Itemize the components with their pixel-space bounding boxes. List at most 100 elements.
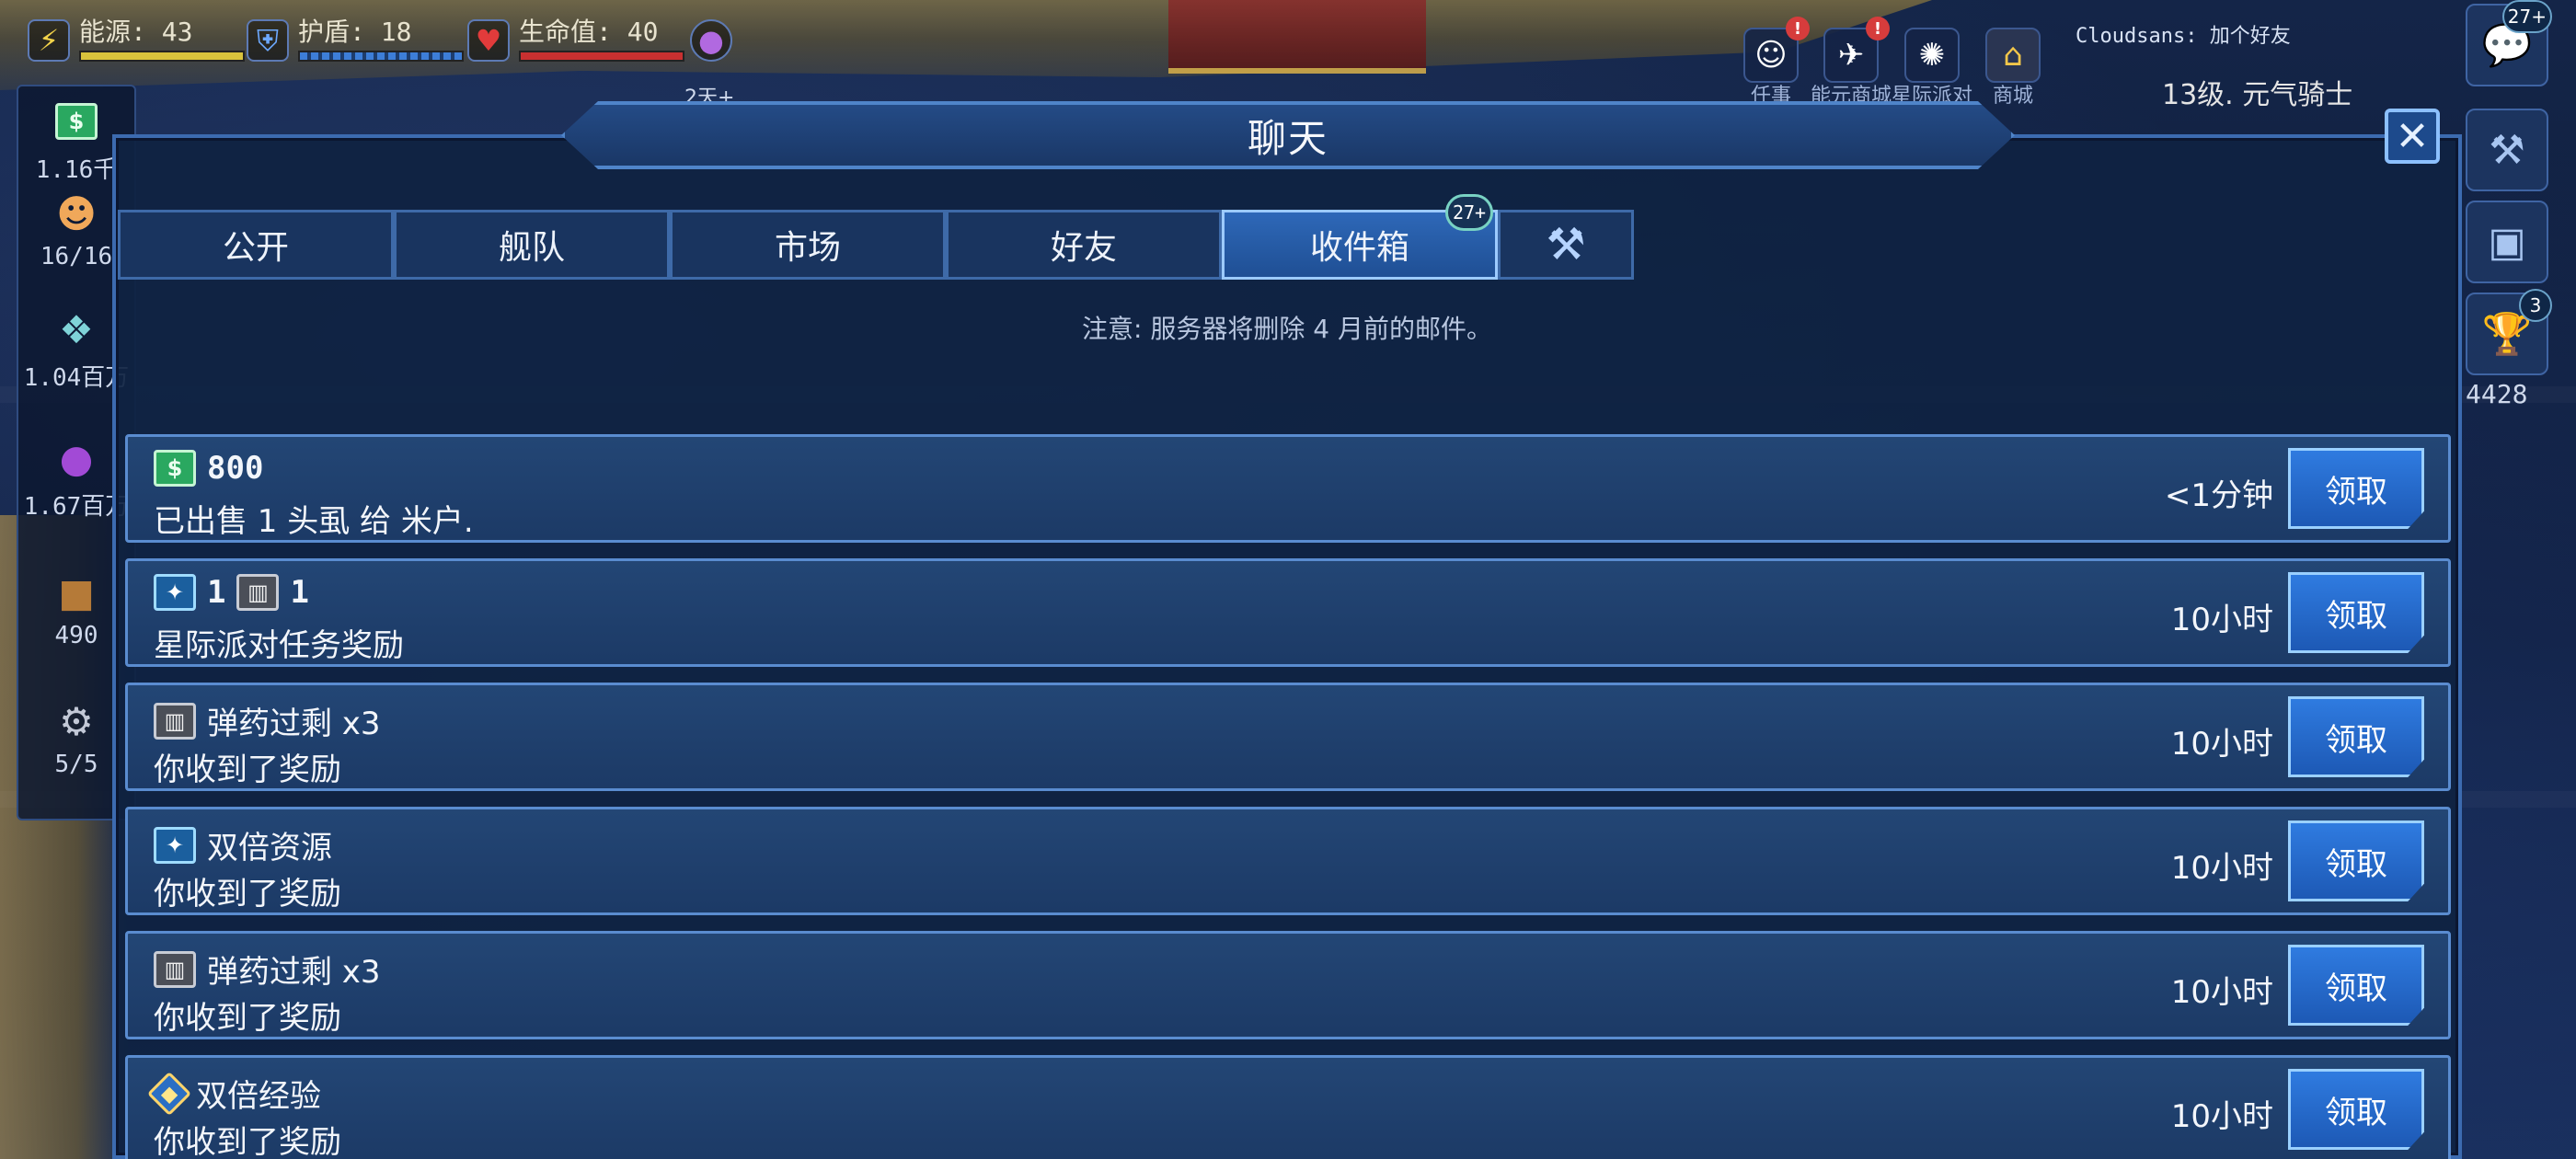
claim-button[interactable]: 领取 xyxy=(2288,572,2424,653)
claim-button[interactable]: 领取 xyxy=(2288,448,2424,529)
chat-tabs: 公开 舰队 市场 好友 收件箱 27+ ⚒ xyxy=(118,194,1634,280)
chat-title: 聊天 xyxy=(1247,115,1328,161)
reward-amount: 1 xyxy=(207,574,226,611)
resource-value: 16/16 xyxy=(40,243,113,270)
claim-button[interactable]: 领取 xyxy=(2288,696,2424,777)
tab-tools[interactable]: ⚒ xyxy=(1498,210,1634,280)
orb-stat[interactable]: ● xyxy=(690,13,732,68)
claim-button[interactable]: 领取 xyxy=(2288,820,2424,901)
mail-message: 你收到了奖励 xyxy=(154,876,341,912)
mail-reward-line: ▥ 弹药过剩 x3 xyxy=(154,698,381,743)
close-icon: ✕ xyxy=(2395,112,2430,160)
friend-notification[interactable]: Cloudsans: 加个好友 xyxy=(2070,11,2456,57)
mail-item: ▥ 弹药过剩 x3 你收到了奖励 10小时 领取 xyxy=(125,683,2451,791)
mail-reward-line: ✦ 1 ▥ 1 xyxy=(154,574,309,611)
ammo-crate-icon: ▥ xyxy=(154,950,196,988)
tab-label: 市场 xyxy=(774,229,841,267)
module-side-button[interactable]: ▣ xyxy=(2466,201,2548,283)
orb-icon: ● xyxy=(59,435,94,481)
health-label: 生命值: 40 xyxy=(519,17,659,47)
inbox-count-badge: 27+ xyxy=(1445,194,1493,231)
health-stat: ♥ 生命值: 40 xyxy=(467,13,684,68)
heart-icon: ♥ xyxy=(467,19,510,62)
face-icon: ☺ xyxy=(1754,37,1788,74)
inbox-mail-list: $800 已出售 1 头虱 给 米户. <1分钟 领取 ✦ 1 ▥ 1 星际派对任务奖励 10小时… xyxy=(125,434,2451,1159)
trophy-count-badge: 3 xyxy=(2519,289,2552,322)
shop-energy-button[interactable]: ✈ ! xyxy=(1823,17,1890,83)
trophy-value: 4428 xyxy=(2466,379,2528,409)
claim-button[interactable]: 领取 xyxy=(2288,1069,2424,1150)
hammer-icon: ⚒ xyxy=(2489,126,2525,174)
alert-badge: ! xyxy=(1866,17,1890,40)
build-side-button[interactable]: ⚒ xyxy=(2466,109,2548,191)
mail-item: $800 已出售 1 头虱 给 米户. <1分钟 领取 xyxy=(125,434,2451,543)
spark-icon: ✦ xyxy=(154,826,196,864)
shield-stat: ⛨ 护盾: 18 xyxy=(247,13,464,68)
mail-title: 双倍经验 xyxy=(196,1078,321,1115)
tab-fleet[interactable]: 舰队 xyxy=(394,210,670,280)
tab-label: 舰队 xyxy=(498,229,565,267)
ammo-crate-icon: ▥ xyxy=(154,702,196,740)
tab-public[interactable]: 公开 xyxy=(118,210,394,280)
claim-button[interactable]: 领取 xyxy=(2288,945,2424,1026)
mail-item: ◆ 双倍经验你收到了奖励 10小时 领取 xyxy=(125,1055,2451,1159)
energy-label: 能源: 43 xyxy=(79,17,193,47)
mail-time: 10小时 xyxy=(2170,602,2273,638)
alert-badge: ! xyxy=(1786,17,1810,40)
mail-time: 10小时 xyxy=(2170,850,2273,887)
chat-title-banner: 聊天 xyxy=(561,101,2015,169)
mail-time: 10小时 xyxy=(2170,1098,2273,1135)
resource-value: 5/5 xyxy=(54,751,98,778)
lightning-icon: ⚡ xyxy=(28,19,70,62)
spark-icon: ✦ xyxy=(154,574,196,611)
mail-message: 你收到了奖励 xyxy=(154,752,341,788)
mail-message: 你收到了奖励 xyxy=(154,1000,341,1037)
chat-count-badge: 27+ xyxy=(2501,0,2552,33)
mail-item: ✦ 双倍资源你收到了奖励 10小时 领取 xyxy=(125,807,2451,915)
ammo-crate-icon: ▥ xyxy=(236,574,280,611)
reward-amount: 800 xyxy=(207,450,264,487)
enemy-ship xyxy=(1168,0,1426,74)
reward-amount: 1 xyxy=(290,574,309,611)
resource-value: 490 xyxy=(54,622,98,649)
party-button[interactable]: ✺ xyxy=(1904,28,1960,83)
player-level: 13级. 元气骑士 xyxy=(2162,79,2353,111)
tab-label: 公开 xyxy=(222,229,289,267)
drone-icon: ⚙ xyxy=(59,698,94,744)
tab-label: 收件箱 xyxy=(1309,229,1409,267)
xp-diamond-icon: ◆ xyxy=(146,1071,192,1116)
mail-item: ✦ 1 ▥ 1 星际派对任务奖励 10小时 领取 xyxy=(125,558,2451,667)
chip-icon: ▣ xyxy=(2488,218,2526,266)
tab-friends[interactable]: 好友 xyxy=(946,210,1222,280)
crew-icon: ☻ xyxy=(56,190,97,236)
tab-label: 好友 xyxy=(1050,229,1117,267)
deletion-notice: 注意: 服务器将删除 4 月前的邮件。 xyxy=(1082,314,1492,344)
hammer-icon: ⚒ xyxy=(1546,219,1586,270)
mail-time: 10小时 xyxy=(2170,726,2273,763)
trophy-side-button[interactable]: 🏆 3 xyxy=(2466,289,2552,375)
crystal-icon: ❖ xyxy=(59,306,94,352)
tab-market[interactable]: 市场 xyxy=(670,210,946,280)
mail-message: 你收到了奖励 xyxy=(154,1124,341,1159)
mail-title: 双倍资源 xyxy=(207,830,332,866)
energy-bar xyxy=(79,51,245,62)
mail-title: 弹药过剩 x3 xyxy=(207,954,381,991)
energy-stat: ⚡ 能源: 43 xyxy=(28,13,245,68)
mail-message: 已出售 1 头虱 给 米户. xyxy=(154,503,474,540)
cash-icon: $ xyxy=(48,96,105,147)
mail-time: <1分钟 xyxy=(2164,477,2273,514)
shield-icon: ⛨ xyxy=(247,19,289,62)
resource-value: 1.16千 xyxy=(35,156,118,184)
tasks-button[interactable]: ☺ ! xyxy=(1743,17,1810,83)
store-label: 商城 xyxy=(1992,85,2033,108)
purple-orb-icon[interactable]: ● xyxy=(690,19,732,62)
mail-item: ▥ 弹药过剩 x3 你收到了奖励 10小时 领取 xyxy=(125,931,2451,1039)
mail-title: 弹药过剩 x3 xyxy=(207,706,381,742)
tab-inbox[interactable]: 收件箱 27+ xyxy=(1222,194,1498,280)
store-button[interactable]: ⌂ xyxy=(1985,28,2041,83)
close-button[interactable]: ✕ xyxy=(2385,109,2440,164)
mail-reward-line: ▥ 弹药过剩 x3 xyxy=(154,947,381,992)
mail-time: 10小时 xyxy=(2170,974,2273,1011)
store-icon: ⌂ xyxy=(2003,37,2023,74)
chat-side-button[interactable]: 💬 27+ xyxy=(2466,0,2552,86)
